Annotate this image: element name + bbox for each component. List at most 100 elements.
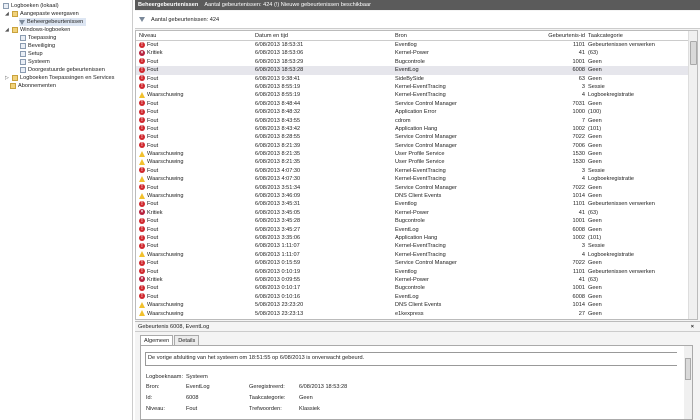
table-row[interactable]: ! Fout 6/08/2013 8:43:42 Application Hang 10… [136, 125, 688, 133]
source-cell: Service Control Manager [395, 142, 457, 149]
table-row[interactable]: ! Fout 6/08/2013 1:11:07 Kernel-EventTracin… [136, 242, 688, 250]
table-row[interactable]: ! Fout 6/08/2013 8:55:19 Kernel-EventTracin… [136, 83, 688, 91]
scrollbar-thumb[interactable] [690, 41, 697, 65]
date-cell: 6/08/2013 8:55:19 [255, 92, 301, 99]
log-icon [20, 59, 26, 65]
table-row[interactable]: × Kritiek 6/08/2013 18:53:06 Kernel-Power 41… [136, 49, 688, 57]
table-row[interactable]: ! Fout 6/08/2013 0:10:17 Bugcontrole 1001 Gee… [136, 284, 688, 292]
tree-system[interactable]: Systeem [20, 58, 50, 66]
table-row[interactable]: ! Fout 6/08/2013 3:35:06 Application Hang 10… [136, 234, 688, 242]
event-id-cell: 1000 [572, 109, 585, 116]
level-cell: Waarschuwing [139, 192, 183, 200]
scrollbar-thumb[interactable] [685, 358, 691, 380]
table-row[interactable]: ! Fout 6/08/2013 4:07:30 Kernel-EventTracin… [136, 167, 688, 175]
tree-apps-services[interactable]: ▷ Logboeken Toepassingen en Services [5, 74, 114, 82]
table-row[interactable]: × Kritiek 6/08/2013 0:09:55 Kernel-Power 41(… [136, 276, 688, 284]
date-cell: 6/08/2013 9:38:41 [255, 75, 301, 82]
level-text: Fout [147, 109, 159, 116]
table-row[interactable]: Waarschuwing 6/08/2013 8:21:35 User Profil… [136, 158, 688, 166]
table-row[interactable]: ! Fout 6/08/2013 0:15:59 Service Control Ma… [136, 259, 688, 267]
task-category-cell: Geen [588, 159, 602, 166]
expand-arrow-icon[interactable]: ◢ [5, 26, 10, 34]
source-cell: Service Control Manager [395, 260, 457, 267]
date-cell: 6/08/2013 8:43:42 [255, 125, 301, 132]
table-row[interactable]: Waarschuwing 5/08/2013 23:23:20 DNS Client… [136, 301, 688, 309]
date-cell: 6/08/2013 3:35:06 [255, 234, 301, 241]
main-pane: Beheergebeurtenissen Aantal gebeurtenisse… [135, 0, 700, 420]
tab-details[interactable]: Details [174, 335, 200, 345]
table-row[interactable]: ! Fout 6/08/2013 0:10:16 EventLog 6008 Geen [136, 293, 688, 301]
table-scrollbar[interactable] [688, 31, 697, 319]
event-message[interactable]: De vorige afsluiting van het systeem om … [145, 352, 677, 366]
table-row[interactable]: Waarschuwing 6/08/2013 8:21:35 User Profil… [136, 150, 688, 158]
level-cell: ! Fout [139, 217, 158, 225]
close-icon[interactable]: × [691, 322, 694, 332]
table-row[interactable]: ! Fout 6/08/2013 8:21:39 Service Control Ma… [136, 142, 688, 150]
date-cell: 6/08/2013 1:11:07 [255, 251, 300, 258]
tree-subscriptions[interactable]: Abonnementen [10, 82, 56, 90]
table-row[interactable]: ! Fout 6/08/2013 0:10:19 Eventlog 1101 Gebeur… [136, 268, 688, 276]
column-date[interactable]: Datum en tijd [255, 31, 288, 41]
level-text: Waarschuwing [147, 310, 184, 317]
tree-admin-events[interactable]: Beheergebeurtenissen [19, 18, 87, 26]
source-cell: Service Control Manager [395, 134, 457, 141]
table-row[interactable]: ! Fout 6/08/2013 3:45:31 Eventlog 1101 Gebeur… [136, 200, 688, 208]
logged-label: Geregistreerd: [249, 384, 285, 390]
level-cell: ! Fout [139, 100, 158, 108]
source-cell: Kernel-EventTracing [395, 83, 446, 90]
table-row[interactable]: ! Fout 6/08/2013 3:45:28 Bugcontrole 1001 Gee… [136, 217, 688, 225]
source-cell: Kernel-Power [395, 50, 429, 57]
level-cell: ! Fout [139, 117, 158, 125]
table-row[interactable]: Waarschuwing 6/08/2013 1:11:07 Kernel-Even… [136, 251, 688, 259]
source-cell: Bugcontrole [395, 285, 425, 292]
error-icon: ! [139, 167, 145, 174]
tree-windows-logs[interactable]: ◢ Windows-logboeken [5, 26, 70, 34]
column-event-id[interactable]: Gebeurtenis-id [548, 31, 585, 41]
source-cell: Service Control Manager [395, 184, 457, 191]
level-text: Waarschuwing [147, 151, 184, 158]
column-level[interactable]: Niveau [139, 31, 156, 41]
view-title: Beheergebeurtenissen [138, 2, 199, 8]
event-id-cell: 41 [578, 276, 585, 283]
table-row[interactable]: ! Fout 6/08/2013 8:48:44 Service Control Ma… [136, 100, 688, 108]
tree-root[interactable]: Logboeken (lokaal) [3, 2, 59, 10]
task-category-cell: Geen [588, 67, 602, 74]
date-cell: 5/08/2013 23:23:20 [255, 302, 304, 309]
table-row[interactable]: Waarschuwing 5/08/2013 23:23:13 e1kexpress… [136, 310, 688, 318]
tree-custom-views[interactable]: ◢ Aangepaste weergaven [5, 10, 79, 18]
table-row[interactable]: ! Fout 6/08/2013 9:38:41 SideBySide 63 Geen [136, 75, 688, 83]
id-label: Id: [146, 395, 153, 401]
table-row[interactable]: ! Fout 6/08/2013 3:45:27 EventLog 6008 Geen [136, 226, 688, 234]
tree-security[interactable]: Beveiliging [20, 42, 55, 50]
error-icon: ! [139, 293, 145, 300]
table-row[interactable]: ! Fout 6/08/2013 18:53:31 Eventlog 1101 Gebeu… [136, 41, 688, 49]
table-row[interactable]: ! Fout 6/08/2013 8:43:55 cdrom 7 Geen [136, 117, 688, 125]
task-category-cell: (100) [588, 109, 602, 116]
log-icon [20, 43, 26, 49]
detail-scrollbar[interactable] [684, 346, 692, 419]
table-row[interactable]: ! Fout 6/08/2013 18:53:29 Bugcontrole 1001 Ge… [136, 58, 688, 66]
column-task-category[interactable]: Taakcategorie [588, 31, 623, 41]
table-row[interactable]: ! Fout 6/08/2013 8:28:55 Service Control Ma… [136, 133, 688, 141]
event-id-cell: 41 [578, 50, 585, 57]
task-category-cell: Geen [588, 260, 602, 267]
table-row[interactable]: × Kritiek 6/08/2013 3:45:05 Kernel-Power 41(… [136, 209, 688, 217]
error-icon: ! [139, 58, 145, 65]
table-row[interactable]: ! Fout 6/08/2013 18:53:28 EventLog 6008 Geen [136, 66, 688, 75]
task-category-cell: (63) [588, 276, 598, 283]
column-source[interactable]: Bron [395, 31, 407, 41]
folder-icon [12, 27, 18, 33]
expand-arrow-icon[interactable]: ◢ [5, 10, 10, 18]
table-row[interactable]: ! Fout 6/08/2013 8:48:32 Application Error 1… [136, 108, 688, 116]
tree-forwarded[interactable]: Doorgestuurde gebeurtenissen [20, 66, 105, 74]
tree-setup[interactable]: Setup [20, 50, 43, 58]
tree-application[interactable]: Toepassing [20, 34, 56, 42]
table-row[interactable]: ! Fout 6/08/2013 3:51:34 Service Control Ma… [136, 184, 688, 192]
collapsed-arrow-icon[interactable]: ▷ [5, 74, 10, 82]
table-row[interactable]: Waarschuwing 6/08/2013 4:07:30 Kernel-Even… [136, 175, 688, 183]
level-cell: Waarschuwing [139, 301, 183, 309]
table-row[interactable]: Waarschuwing 6/08/2013 3:46:09 DNS Client … [136, 192, 688, 200]
tab-general[interactable]: Algemeen [140, 335, 174, 345]
table-header: Niveau Datum en tijd Bron Gebeurtenis-id… [136, 31, 688, 41]
table-row[interactable]: Waarschuwing 6/08/2013 8:55:19 Kernel-Even… [136, 91, 688, 99]
